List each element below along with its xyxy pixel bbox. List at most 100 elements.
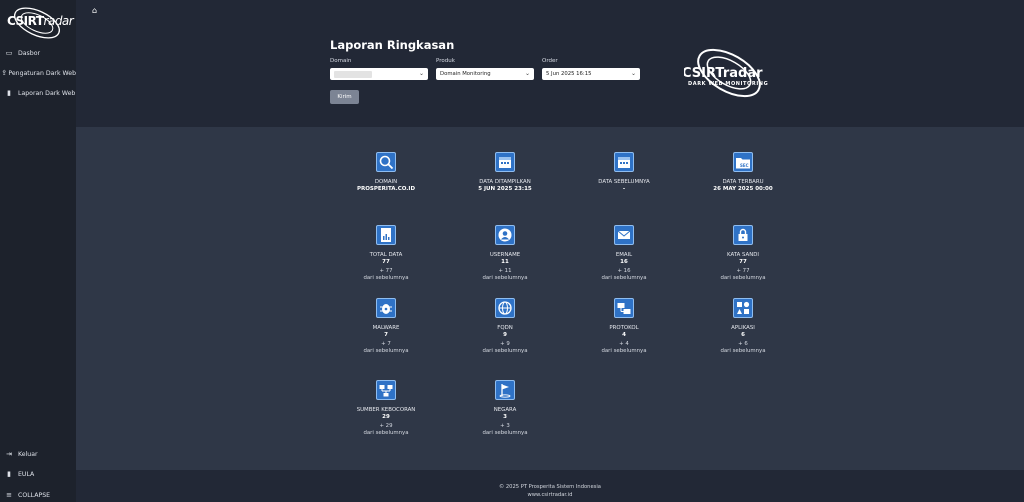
card-value: 77 bbox=[382, 259, 390, 265]
card-change: + 77 bbox=[379, 267, 393, 274]
radar-logo-icon: CSIRTradar DARK WEB MONITORING bbox=[682, 48, 768, 98]
card-value: 9 bbox=[503, 332, 507, 338]
upload-icon: ⇪ bbox=[1, 69, 8, 77]
chevron-down-icon: ⌄ bbox=[524, 70, 530, 77]
bug-icon bbox=[376, 298, 396, 318]
card-value: PROSPERITA.CO.ID bbox=[356, 186, 416, 192]
card-value: 6 bbox=[741, 332, 745, 338]
summary-card-data-terbaru: SEC DATA TERBARU 26 MAY 2025 00:00 bbox=[683, 152, 803, 194]
search-icon bbox=[376, 152, 396, 172]
sidebar-item-label: Pengaturan Dark Web bbox=[8, 69, 76, 77]
card-label: DATA SEBELUMNYA bbox=[598, 179, 650, 185]
sidebar: CSIRTradar ▭ Dasbor ⇪ Pengaturan Dark We… bbox=[0, 0, 76, 502]
summary-card-negara: NEGARA 3 + 3 dari sebelumnya bbox=[445, 380, 565, 437]
card-label: DATA DITAMPILKAN bbox=[479, 179, 531, 185]
card-label: FQDN bbox=[497, 325, 513, 331]
card-label: NEGARA bbox=[493, 407, 517, 413]
summary-card-fqdn: FQDN 9 + 9 dari sebelumnya bbox=[445, 298, 565, 355]
card-value: 3 bbox=[503, 414, 507, 420]
summary-card-domain: DOMAIN PROSPERITA.CO.ID bbox=[326, 152, 446, 194]
card-label: DATA TERBARU bbox=[722, 179, 764, 185]
card-label: KATA SANDI bbox=[727, 252, 759, 258]
chevron-down-icon: ⌄ bbox=[418, 70, 424, 77]
summary-card-sumber-kebocoran: SUMBER KEBOCORAN 29 + 29 dari sebelumnya bbox=[326, 380, 446, 437]
email-icon bbox=[614, 225, 634, 245]
footer-url[interactable]: www.csirtradar.id bbox=[76, 492, 1024, 500]
report-header: ⌂ Laporan Ringkasan Domain ⌄ Produk Doma… bbox=[76, 0, 1024, 127]
order-select[interactable]: 5 Jun 2025 16:15 ⌄ bbox=[542, 68, 640, 80]
sidebar-item-label: Laporan Dark Web bbox=[18, 89, 76, 97]
card-change: + 4 bbox=[619, 340, 629, 347]
card-label: PROTOKOL bbox=[609, 325, 639, 331]
card-value: 26 MAY 2025 00:00 bbox=[713, 186, 773, 192]
monitor-icon: ▭ bbox=[5, 49, 13, 57]
card-change: + 6 bbox=[738, 340, 748, 347]
csirtradar-logo: CSIRTradar DARK WEB MONITORING bbox=[682, 40, 784, 106]
card-label: MALWARE bbox=[372, 325, 400, 331]
card-value: 11 bbox=[501, 259, 509, 265]
sidebar-item-pengaturan[interactable]: ⇪ Pengaturan Dark Web bbox=[0, 65, 76, 81]
card-change: + 77 bbox=[736, 267, 750, 274]
card-change: + 29 bbox=[379, 422, 393, 429]
sidebar-item-label: Keluar bbox=[18, 450, 38, 458]
produk-value: Domain Monitoring bbox=[440, 71, 491, 77]
logo-main-text: CSIRTradar bbox=[684, 66, 763, 81]
folder-sec-icon: SEC bbox=[733, 152, 753, 172]
calendar-icon bbox=[614, 152, 634, 172]
flag-icon bbox=[495, 380, 515, 400]
card-subtext: dari sebelumnya bbox=[482, 347, 528, 354]
card-change: + 3 bbox=[500, 422, 510, 429]
sidebar-logo[interactable]: CSIRTradar bbox=[5, 6, 74, 40]
page-title: Laporan Ringkasan bbox=[330, 38, 455, 52]
apps-icon bbox=[733, 298, 753, 318]
logo-tagline: DARK WEB MONITORING bbox=[688, 81, 768, 87]
footer-copyright: © 2025 PT Prosperita Sistem Indonesia bbox=[499, 484, 601, 490]
sidebar-item-keluar[interactable]: ⇥ Keluar bbox=[0, 446, 76, 462]
sidebar-item-eula[interactable]: ▮ EULA bbox=[0, 466, 76, 482]
produk-label: Produk bbox=[436, 58, 455, 64]
card-subtext: dari sebelumnya bbox=[720, 347, 766, 354]
card-change: + 16 bbox=[617, 267, 631, 274]
sidebar-item-dasbor[interactable]: ▭ Dasbor bbox=[0, 45, 76, 61]
summary-card-data-ditampilkan: DATA DITAMPILKAN 5 JUN 2025 23:15 bbox=[445, 152, 565, 194]
summary-card-protokol: PROTOKOL 4 + 4 dari sebelumnya bbox=[564, 298, 684, 355]
home-icon[interactable]: ⌂ bbox=[92, 6, 97, 15]
summary-card-total-data: TOTAL DATA 77 + 77 dari sebelumnya bbox=[326, 225, 446, 282]
summary-card-kata-sandi: KATA SANDI 77 + 77 dari sebelumnya bbox=[683, 225, 803, 282]
card-subtext: dari sebelumnya bbox=[720, 274, 766, 281]
network-icon bbox=[376, 380, 396, 400]
footer: © 2025 PT Prosperita Sistem Indonesia ww… bbox=[76, 470, 1024, 502]
summary-card-data-sebelumnya: DATA SEBELUMNYA - bbox=[564, 152, 684, 194]
sidebar-item-laporan[interactable]: ▮ Laporan Dark Web bbox=[0, 85, 76, 101]
sidebar-item-label: Dasbor bbox=[18, 49, 41, 57]
calendar-icon bbox=[495, 152, 515, 172]
card-label: APLIKASI bbox=[731, 325, 755, 331]
card-label: SUMBER KEBOCORAN bbox=[356, 407, 416, 413]
collapse-icon: ≡ bbox=[6, 491, 12, 499]
card-label: DOMAIN bbox=[374, 179, 398, 185]
card-value: - bbox=[622, 186, 626, 192]
card-change: + 11 bbox=[498, 267, 512, 274]
card-label: TOTAL DATA bbox=[369, 252, 403, 258]
summary-card-aplikasi: APLIKASI 6 + 6 dari sebelumnya bbox=[683, 298, 803, 355]
summary-card-malware: MALWARE 7 + 7 dari sebelumnya bbox=[326, 298, 446, 355]
lock-icon bbox=[733, 225, 753, 245]
sidebar-logo-text: CSIRTradar bbox=[7, 14, 74, 28]
summary-card-email: EMAIL 16 + 16 dari sebelumnya bbox=[564, 225, 684, 282]
card-value: 77 bbox=[739, 259, 747, 265]
logout-icon: ⇥ bbox=[6, 450, 12, 458]
domain-value-redacted bbox=[334, 70, 372, 78]
summary-card-username: USERNAME 11 + 11 dari sebelumnya bbox=[445, 225, 565, 282]
domain-select[interactable]: ⌄ bbox=[330, 68, 428, 80]
kirim-button[interactable]: Kirim bbox=[330, 90, 359, 104]
produk-select[interactable]: Domain Monitoring ⌄ bbox=[436, 68, 534, 80]
document-chart-icon bbox=[376, 225, 396, 245]
globe-icon bbox=[495, 298, 515, 318]
card-subtext: dari sebelumnya bbox=[363, 274, 409, 281]
user-icon bbox=[495, 225, 515, 245]
card-value: 7 bbox=[384, 332, 388, 338]
order-label: Order bbox=[542, 58, 558, 64]
chevron-down-icon: ⌄ bbox=[630, 70, 636, 77]
sidebar-collapse[interactable]: ≡ COLLAPSE bbox=[0, 487, 76, 502]
card-subtext: dari sebelumnya bbox=[482, 274, 528, 281]
